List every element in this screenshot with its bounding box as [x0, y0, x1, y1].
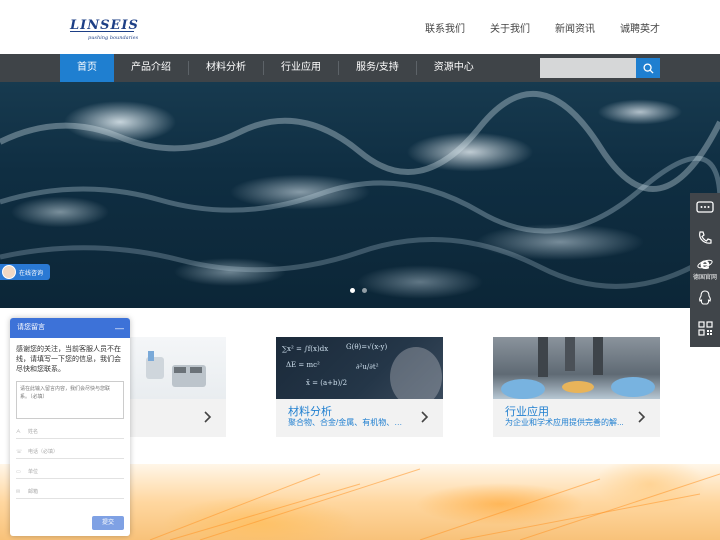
card-industry[interactable]: 行业应用 为企业和学术应用提供完善的解... — [493, 337, 660, 437]
chat-title: 请您留言 — [17, 324, 45, 331]
nav-item-home[interactable]: 首页 — [60, 54, 114, 82]
main-nav: 首页 产品介绍 材料分析 行业应用 服务/支持 资源中心 — [0, 54, 720, 82]
site-header: LINSEIS pushing boundaries 联系我们 关于我们 新闻资… — [0, 0, 720, 54]
linseis-logo[interactable]: LINSEIS pushing boundaries — [70, 18, 140, 48]
leave-message-panel: 请您留言 — 感谢您的关注，当前客服人员不在线，请填写一下您的信息，我们会尽快和… — [10, 318, 130, 536]
phone-icon: ☏ — [16, 448, 23, 455]
float-website-label: 德国官网 — [692, 274, 717, 281]
nav-item-products[interactable]: 产品介绍 — [114, 54, 188, 82]
svg-text:∂²u/∂t²: ∂²u/∂t² — [356, 363, 379, 371]
industry-image — [493, 337, 660, 399]
slider-dot[interactable] — [350, 288, 355, 293]
nav-item-service[interactable]: 服务/支持 — [339, 54, 416, 82]
card-materials-desc: 聚合物、合金/金属、有机物、陶... — [288, 418, 408, 427]
minimize-button[interactable]: — — [115, 318, 124, 338]
qr-code-icon — [697, 320, 713, 336]
phone-field[interactable]: ☏ 电话（必填） — [16, 445, 124, 459]
svg-text:∑x² = ∫f(x)dx: ∑x² = ∫f(x)dx — [282, 345, 328, 353]
float-phone-button[interactable] — [690, 223, 720, 253]
chevron-right-icon — [204, 411, 212, 423]
email-field-placeholder: 邮箱 — [28, 489, 39, 495]
ocean-waves-image — [0, 90, 720, 289]
name-field-placeholder: 姓名 — [28, 429, 39, 435]
logo-tagline: pushing boundaries — [88, 35, 139, 41]
chevron-right-icon — [421, 411, 429, 423]
nav-item-resources[interactable]: 资源中心 — [417, 54, 491, 82]
float-qq-button[interactable] — [690, 283, 720, 313]
slider-dots — [350, 288, 367, 293]
microscope-illustration — [501, 337, 655, 399]
chat-header: 请您留言 — — [10, 318, 130, 338]
mail-icon: ✉ — [16, 488, 21, 495]
search-icon — [642, 62, 654, 74]
float-website-button[interactable]: e 德国官网 — [690, 253, 720, 283]
chat-message: 感谢您的关注，当前客服人员不在线，请填写一下您的信息，我们会尽快和您联系。 — [16, 346, 121, 373]
top-link-news[interactable]: 新闻资讯 — [555, 20, 595, 35]
agent-avatar — [2, 265, 16, 279]
svg-text:x̄ = (a+b)/2: x̄ = (a+b)/2 — [306, 379, 347, 387]
chevron-right-icon — [638, 411, 646, 423]
ie-browser-icon: e — [697, 256, 713, 271]
top-link-contact[interactable]: 联系我们 — [425, 20, 465, 35]
svg-text:ΔE = mc²: ΔE = mc² — [286, 361, 320, 369]
person-icon: ᗅ — [16, 428, 21, 435]
phone-icon — [699, 231, 712, 244]
search-input[interactable] — [540, 58, 636, 78]
svg-text:e: e — [700, 256, 710, 271]
card-industry-desc: 为企业和学术应用提供完善的解... — [505, 418, 624, 427]
top-link-careers[interactable]: 诚聘英才 — [620, 20, 660, 35]
nav-item-industry[interactable]: 行业应用 — [264, 54, 338, 82]
company-field[interactable]: ▭ 单位 — [16, 465, 124, 479]
formula-chalkboard-illustration: ∑x² = ∫f(x)dx G(θ)=√(x-y) ΔE = mc² ∂²u/∂… — [282, 343, 442, 399]
qq-penguin-icon — [699, 290, 711, 305]
chat-bubble-icon — [696, 201, 714, 213]
top-links: 联系我们 关于我们 新闻资讯 诚聘英才 — [425, 20, 660, 35]
email-field[interactable]: ✉ 邮箱 — [16, 485, 124, 499]
top-link-about[interactable]: 关于我们 — [490, 20, 530, 35]
search-button[interactable] — [636, 58, 660, 78]
message-textarea[interactable] — [16, 381, 124, 419]
phone-field-placeholder: 电话（必填） — [28, 449, 59, 455]
name-field[interactable]: ᗅ 姓名 — [16, 425, 124, 439]
online-consult-button[interactable]: 在线咨询 — [0, 264, 50, 280]
card-materials[interactable]: ∑x² = ∫f(x)dx G(θ)=√(x-y) ΔE = mc² ∂²u/∂… — [276, 337, 443, 437]
materials-image: ∑x² = ∫f(x)dx G(θ)=√(x-y) ΔE = mc² ∂²u/∂… — [276, 337, 443, 399]
company-icon: ▭ — [16, 468, 21, 475]
nav-item-materials[interactable]: 材料分析 — [189, 54, 263, 82]
float-qr-button[interactable] — [690, 313, 720, 343]
company-field-placeholder: 单位 — [28, 469, 39, 475]
right-float-bar: e 德国官网 — [690, 193, 720, 347]
slider-dot[interactable] — [362, 288, 367, 293]
consult-label: 在线咨询 — [19, 270, 44, 277]
submit-button[interactable]: 提交 — [92, 516, 124, 530]
hero-banner[interactable] — [0, 82, 720, 308]
logo-underline — [70, 31, 134, 32]
svg-text:G(θ)=√(x-y): G(θ)=√(x-y) — [346, 343, 387, 351]
float-chat-button[interactable] — [690, 193, 720, 223]
